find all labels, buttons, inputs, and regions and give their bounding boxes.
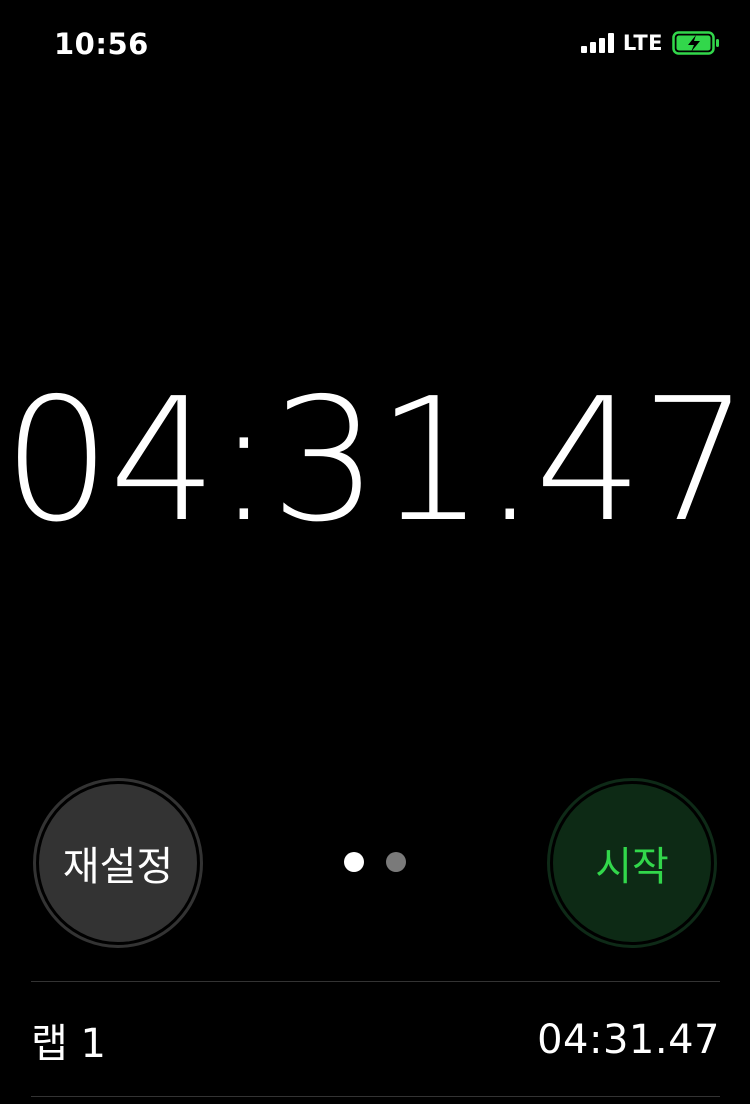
page-indicator[interactable] <box>344 852 406 872</box>
reset-button-label: 재설정 <box>39 784 197 942</box>
page-dot-inactive[interactable] <box>386 852 406 872</box>
network-type: LTE <box>622 31 663 55</box>
page-dot-active[interactable] <box>344 852 364 872</box>
lap-row: 랩 1 04:31.47 <box>31 984 720 1096</box>
lap-label: 랩 1 <box>31 1021 106 1067</box>
battery-charging-icon <box>672 31 720 55</box>
stopwatch-display: 04:31.47 <box>2 362 749 560</box>
status-time: 10:56 <box>54 27 149 61</box>
lap-row-divider <box>31 1096 720 1097</box>
status-bar: 10:56 LTE <box>0 0 750 90</box>
signal-icon <box>580 33 614 53</box>
start-button[interactable]: 시작 <box>547 778 717 948</box>
start-button-label: 시작 <box>553 784 711 942</box>
lap-time: 04:31.47 <box>537 1017 720 1063</box>
status-indicators: LTE <box>580 31 720 55</box>
reset-button[interactable]: 재설정 <box>33 778 203 948</box>
lap-list-top-divider <box>31 981 720 982</box>
